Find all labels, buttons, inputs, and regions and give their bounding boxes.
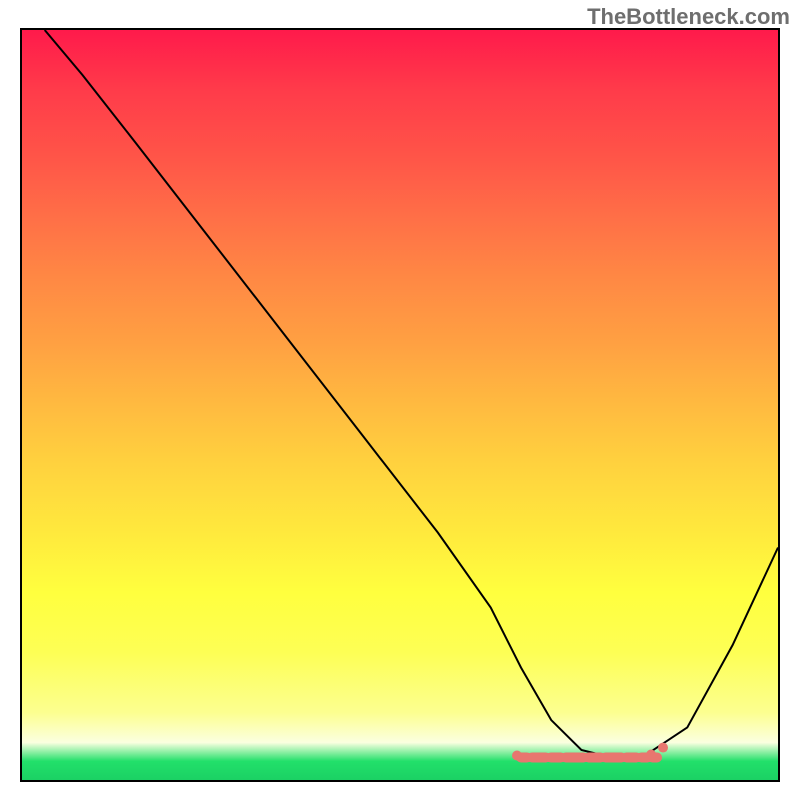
chart-container: TheBottleneck.com [0,0,800,800]
sweet-spot-dot [535,754,543,762]
chart-svg [22,30,778,780]
watermark-text: TheBottleneck.com [587,4,790,30]
bottleneck-curve [45,30,778,758]
sweet-spot-dot [658,743,668,753]
plot-area [20,28,780,782]
sweet-spot-dot [512,751,522,761]
sweet-spot-dot [646,750,656,760]
